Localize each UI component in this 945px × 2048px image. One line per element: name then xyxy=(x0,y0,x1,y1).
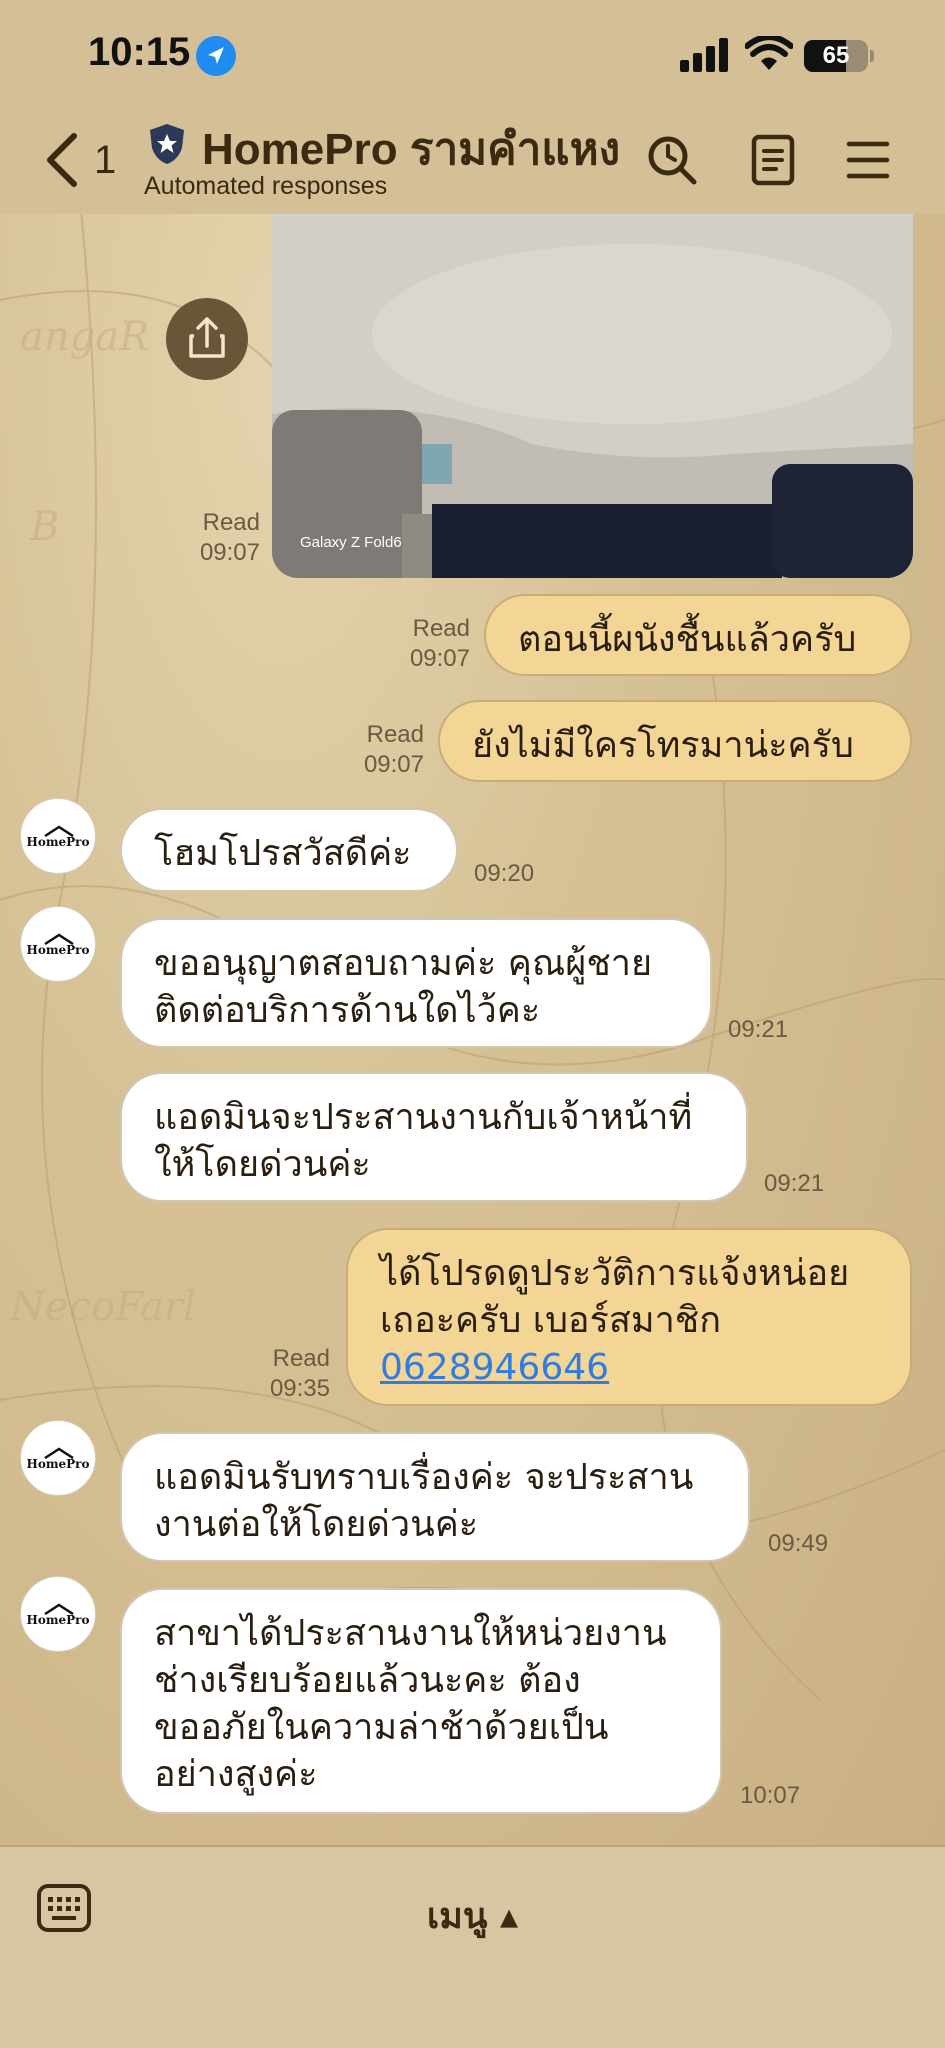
photo-watermark: Galaxy Z Fold6 xyxy=(300,534,402,551)
message-time: 09:49 xyxy=(768,1530,829,1557)
read-receipt: Read 09:07 xyxy=(314,720,424,780)
incoming-message[interactable]: โฮมโปรสวัสดีค่ะ xyxy=(120,808,458,892)
message-time: 10:07 xyxy=(740,1782,801,1809)
message-text: โฮมโปรสวัสดีค่ะ xyxy=(154,833,412,874)
phone-number-link[interactable]: 0628946646 xyxy=(380,1344,878,1391)
logo-text: HomePro xyxy=(26,1613,90,1627)
search-icon[interactable] xyxy=(646,134,698,186)
message-text: ยังไม่มีใครโทรมาน่ะครับ xyxy=(472,725,854,766)
outgoing-message[interactable]: ตอนนี้ผนังชื้นแล้วครับ xyxy=(484,594,912,676)
read-receipt: Read 09:35 xyxy=(220,1344,330,1404)
outgoing-message[interactable]: ได้โปรดดูประวัติการแจ้งหน่อย เถอะครับ เบ… xyxy=(346,1228,912,1406)
message-text-line: งานต่อให้โดยด่วนค่ะ xyxy=(154,1504,479,1545)
incoming-message[interactable]: ขออนุญาตสอบถามค่ะ คุณผู้ชาย ติดต่อบริการ… xyxy=(120,918,712,1048)
logo-text: HomePro xyxy=(26,1457,90,1471)
incoming-message[interactable]: แอดมินจะประสานงานกับเจ้าหน้าที่ ให้โดยด่… xyxy=(120,1072,748,1202)
homepro-avatar[interactable]: HomePro xyxy=(20,798,96,874)
read-label: Read xyxy=(412,615,470,642)
message-time: 09:07 xyxy=(363,751,424,778)
message-time: 09:20 xyxy=(474,860,535,887)
message-time: 09:07 xyxy=(409,645,470,672)
message-time: 09:35 xyxy=(269,1375,330,1402)
menu-icon[interactable] xyxy=(846,134,890,186)
read-receipt: Read 09:07 xyxy=(150,508,260,568)
message-text-line: แอดมินรับทราบเรื่องค่ะ จะประสาน xyxy=(154,1457,694,1498)
wall-photo xyxy=(272,214,913,578)
message-text-line: ได้โปรดดูประวัติการแจ้งหน่อย xyxy=(380,1253,850,1294)
message-time: 09:21 xyxy=(764,1170,825,1197)
map-text: B xyxy=(29,504,59,550)
message-text-line: ให้โดยด่วนค่ะ xyxy=(154,1144,371,1185)
cell-signal-icon xyxy=(680,38,728,72)
message-time: 09:07 xyxy=(199,539,260,566)
photo-message[interactable]: Galaxy Z Fold6 xyxy=(272,214,913,578)
notes-icon[interactable] xyxy=(750,134,796,186)
incoming-message[interactable]: สาขาได้ประสานงานให้หน่วยงาน ช่างเรียบร้อ… xyxy=(120,1588,722,1814)
read-receipt: Read 09:07 xyxy=(360,614,470,674)
bottom-menu-bar: เมนู ▴ xyxy=(0,1845,945,2048)
chat-header: 1 HomePro รามคำแหง Automated responses xyxy=(0,110,945,214)
read-label: Read xyxy=(202,509,260,536)
chat-subtitle: Automated responses xyxy=(144,172,388,200)
map-text: angaR xyxy=(20,314,149,360)
battery-indicator: 65 xyxy=(804,40,868,72)
message-text-line: อย่างสูงค่ะ xyxy=(154,1754,318,1795)
location-arrow-icon xyxy=(196,36,236,76)
status-bar: 10:15 65 xyxy=(0,0,945,110)
unread-count[interactable]: 1 xyxy=(94,138,116,183)
message-text-line: สาขาได้ประสานงานให้หน่วยงาน xyxy=(154,1613,667,1654)
battery-percent: 65 xyxy=(822,42,850,69)
share-icon xyxy=(189,317,225,358)
logo-text: HomePro xyxy=(26,835,90,849)
read-label: Read xyxy=(272,1345,330,1372)
message-text-line: ขออนุญาตสอบถามค่ะ คุณผู้ชาย xyxy=(154,943,653,984)
read-label: Read xyxy=(366,721,424,748)
status-time: 10:15 xyxy=(88,30,191,74)
logo-text: HomePro xyxy=(26,943,90,957)
back-chevron-icon[interactable] xyxy=(44,132,80,188)
message-text-line: เถอะครับ เบอร์สมาชิก xyxy=(380,1300,722,1341)
message-text-line: ติดต่อบริการด้านใดไว้คะ xyxy=(154,990,541,1031)
menu-toggle-button[interactable]: เมนู ▴ xyxy=(0,1887,945,1944)
message-text-line: แอดมินจะประสานงานกับเจ้าหน้าที่ xyxy=(154,1097,693,1138)
message-time: 09:21 xyxy=(728,1016,789,1043)
wifi-icon xyxy=(745,36,793,70)
message-text: ตอนนี้ผนังชื้นแล้วครับ xyxy=(518,619,857,660)
message-text-line: ช่างเรียบร้อยแล้วนะคะ ต้อง xyxy=(154,1660,581,1701)
outgoing-message[interactable]: ยังไม่มีใครโทรมาน่ะครับ xyxy=(438,700,912,782)
homepro-avatar[interactable]: HomePro xyxy=(20,906,96,982)
incoming-message[interactable]: แอดมินรับทราบเรื่องค่ะ จะประสาน งานต่อให… xyxy=(120,1432,750,1562)
map-text: NecoFarl xyxy=(9,1284,196,1330)
verified-shield-icon xyxy=(150,124,184,164)
battery-cap xyxy=(870,50,874,62)
homepro-avatar[interactable]: HomePro xyxy=(20,1576,96,1652)
share-button[interactable] xyxy=(166,298,248,380)
message-text-line: ขออภัยในความล่าช้าด้วยเป็น xyxy=(154,1707,609,1748)
homepro-avatar[interactable]: HomePro xyxy=(20,1420,96,1496)
